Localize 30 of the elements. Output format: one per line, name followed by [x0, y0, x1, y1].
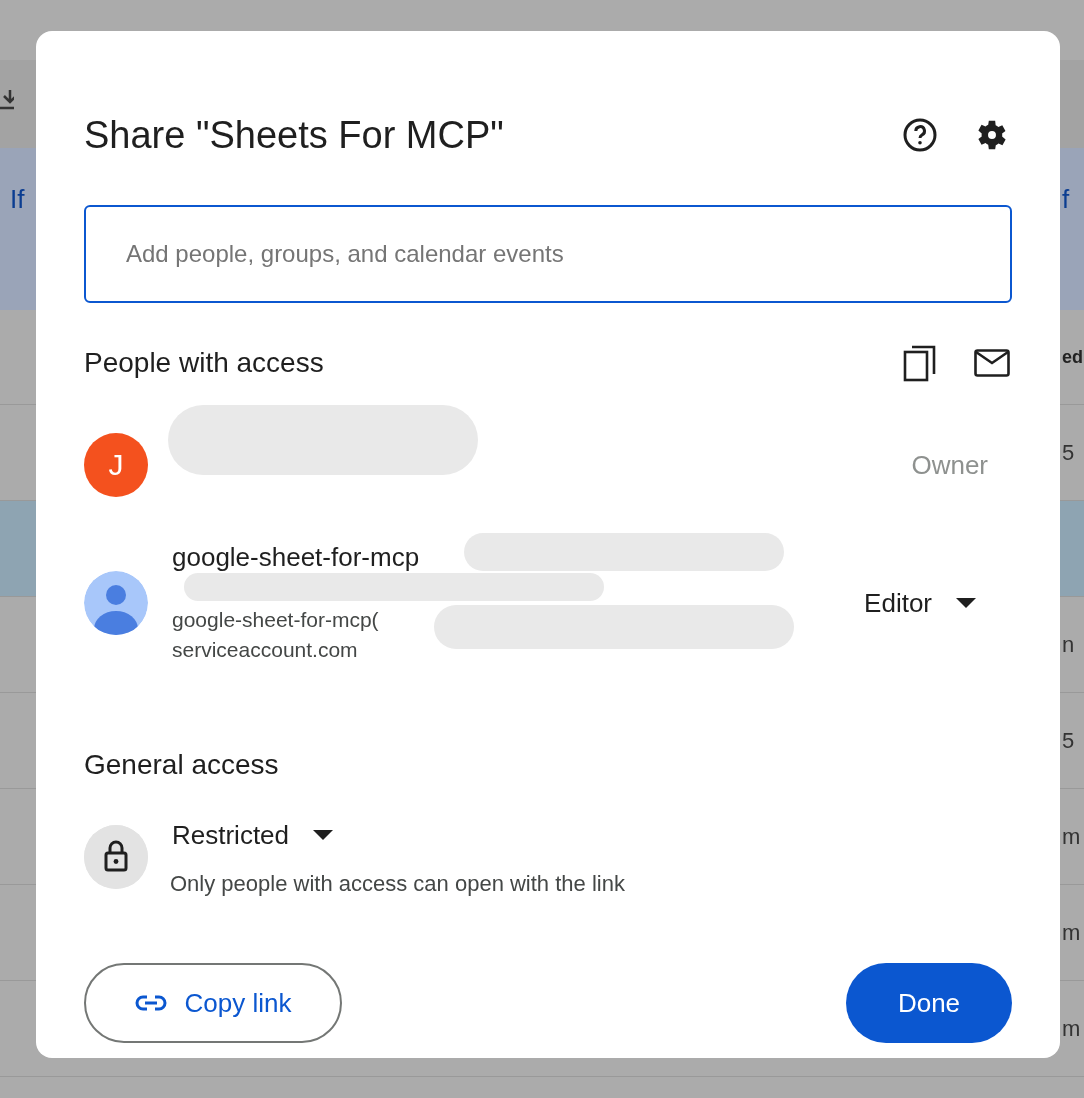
role-dropdown[interactable]: Editor — [864, 587, 976, 619]
copy-icon — [903, 344, 937, 382]
avatar-icon — [84, 571, 148, 635]
text-fragment: ed — [1062, 346, 1083, 368]
role-label: Owner — [911, 449, 988, 481]
text-fragment: If — [9, 184, 25, 215]
text-fragment: 5 — [1062, 439, 1076, 466]
caret-icon — [313, 830, 334, 840]
avatar: J — [84, 433, 148, 497]
person-email: google-sheet-for-mcp( — [172, 606, 379, 633]
text-fragment: m — [1062, 1015, 1082, 1042]
done-button[interactable]: Done — [846, 963, 1012, 1043]
text-fragment: f — [1062, 184, 1071, 215]
add-people-field[interactable]: Add people, groups, and calendar events — [84, 205, 1012, 303]
text-fragment: 5 — [1062, 727, 1076, 754]
link-icon — [134, 995, 167, 1011]
access-dropdown[interactable]: Restricted — [170, 813, 625, 857]
person-name: google-sheet-for-mcp — [172, 541, 420, 573]
section-heading: General access — [84, 749, 280, 781]
dialog-title: Share "Sheets For MCP" — [84, 113, 505, 157]
text-fragment: n — [1062, 631, 1076, 658]
section-heading: People with access — [84, 347, 325, 379]
text-fragment: m — [1062, 919, 1082, 946]
mail-icon — [974, 349, 1010, 377]
access-description: Only people with access can open with the link — [170, 871, 625, 897]
copy-link-button[interactable]: Copy link — [84, 963, 342, 1043]
person-email: serviceaccount.com — [172, 636, 358, 663]
help-icon — [902, 117, 938, 153]
download-icon — [0, 88, 14, 112]
text-fragment: m — [1062, 823, 1082, 850]
